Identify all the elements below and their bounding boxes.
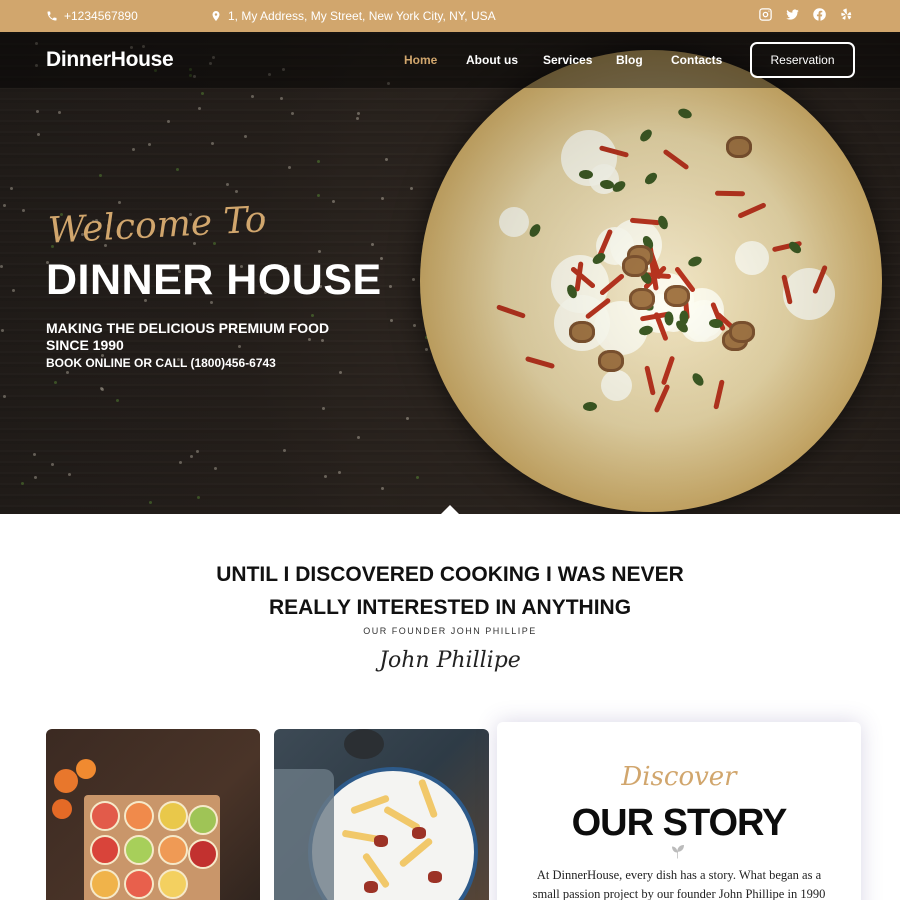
- nav-contacts[interactable]: Contacts: [671, 53, 722, 67]
- reservation-button[interactable]: Reservation: [750, 42, 855, 78]
- address-info: 1, My Address, My Street, New York City,…: [210, 9, 496, 23]
- founder-signature: John Phillipe: [379, 648, 521, 673]
- nav-services[interactable]: Services: [543, 53, 592, 67]
- sprout-icon: [672, 845, 684, 859]
- our-story-card: Discover OUR STORY At DinnerHouse, every…: [497, 722, 861, 900]
- facebook-icon[interactable]: [812, 7, 827, 22]
- address-text: 1, My Address, My Street, New York City,…: [228, 9, 496, 23]
- founder-quote: UNTIL I DISCOVERED COOKING I WAS NEVER R…: [0, 558, 900, 624]
- story-script-heading: Discover: [621, 762, 737, 792]
- hero-bottom-notch: [441, 505, 459, 514]
- phone-number: +1234567890: [64, 9, 138, 23]
- nav-about-us[interactable]: About us: [466, 53, 518, 67]
- story-title: OUR STORY: [571, 802, 788, 844]
- social-links: [758, 7, 854, 22]
- site-logo[interactable]: DinnerHouse: [46, 48, 174, 72]
- twitter-icon[interactable]: [785, 7, 800, 22]
- story-text: At DinnerHouse, every dish has a story. …: [532, 868, 826, 900]
- quote-line-1: UNTIL I DISCOVERED COOKING I WAS NEVER: [216, 563, 684, 586]
- instagram-icon[interactable]: [758, 7, 773, 22]
- top-info-bar: +1234567890 1, My Address, My Street, Ne…: [0, 0, 900, 32]
- quote-line-2: REALLY INTERESTED IN ANYTHING: [268, 596, 632, 619]
- phone-info[interactable]: +1234567890: [46, 9, 138, 23]
- nav-blog[interactable]: Blog: [616, 53, 643, 67]
- hero-booking-line: BOOK ONLINE OR CALL (1800)456-6743: [46, 356, 276, 370]
- nav-home[interactable]: Home: [404, 53, 437, 67]
- yelp-icon[interactable]: [839, 7, 854, 22]
- fries-dish-photo: [274, 729, 489, 900]
- main-navigation: DinnerHouse Home About us Services Blog …: [0, 32, 900, 88]
- location-pin-icon: [212, 11, 220, 21]
- citrus-photo: [46, 729, 260, 900]
- phone-icon: [47, 11, 57, 21]
- hero-tagline: MAKING THE DELICIOUS PREMIUM FOOD SINCE …: [46, 320, 330, 353]
- cutting-board: [84, 795, 220, 900]
- hero-title: DINNER HOUSE: [46, 256, 382, 304]
- founder-caption: OUR FOUNDER JOHN PHILLIPE: [363, 626, 537, 636]
